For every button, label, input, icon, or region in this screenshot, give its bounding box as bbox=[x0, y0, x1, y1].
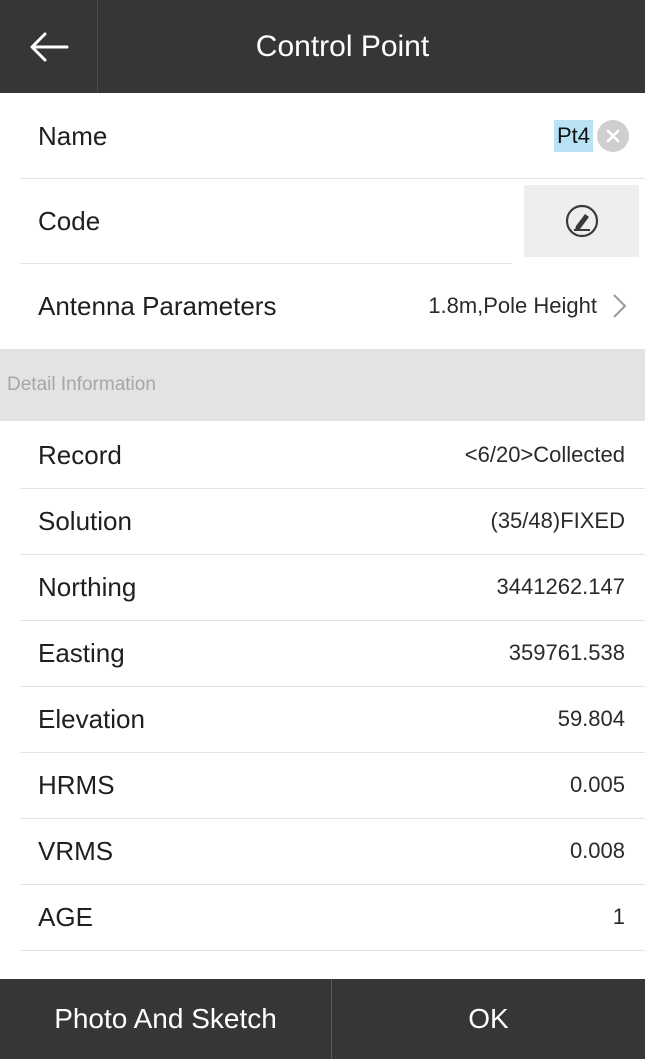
detail-row-easting: Easting 359761.538 bbox=[0, 620, 645, 686]
clear-circle-icon[interactable] bbox=[597, 120, 629, 152]
back-button[interactable] bbox=[0, 0, 98, 93]
antenna-value-group: 1.8m,Pole Height bbox=[428, 291, 631, 321]
page-title: Control Point bbox=[255, 29, 430, 63]
name-value[interactable]: Pt4 bbox=[553, 120, 593, 152]
detail-row-hrms: HRMS 0.005 bbox=[0, 752, 645, 818]
name-field[interactable]: Pt4 bbox=[553, 120, 629, 152]
code-edit-button[interactable] bbox=[524, 185, 639, 257]
detail-label: Solution bbox=[38, 505, 132, 536]
name-label: Name bbox=[38, 120, 108, 151]
antenna-label: Antenna Parameters bbox=[38, 290, 277, 321]
detail-section-header: Detail Information bbox=[0, 349, 645, 421]
chevron-right-icon bbox=[613, 294, 627, 318]
detail-value: 0.008 bbox=[569, 838, 625, 863]
detail-label: HRMS bbox=[38, 769, 115, 800]
detail-label: Record bbox=[38, 439, 122, 470]
detail-label: Easting bbox=[38, 637, 125, 668]
detail-value: <6/20>Collected bbox=[464, 442, 625, 467]
detail-value: 0.005 bbox=[569, 772, 625, 797]
name-row: Name Pt4 bbox=[0, 93, 645, 179]
arrow-left-icon bbox=[30, 32, 68, 61]
bottom-bar: Photo And Sketch OK bbox=[0, 979, 645, 1059]
detail-row-elevation: Elevation 59.804 bbox=[0, 686, 645, 752]
detail-row-vrms: VRMS 0.008 bbox=[0, 818, 645, 884]
antenna-value: 1.8m,Pole Height bbox=[428, 293, 597, 318]
detail-row-solution: Solution (35/48)FIXED bbox=[0, 488, 645, 554]
ok-button[interactable]: OK bbox=[332, 979, 645, 1059]
detail-value: 3441262.147 bbox=[496, 574, 625, 599]
photo-and-sketch-button[interactable]: Photo And Sketch bbox=[0, 979, 332, 1059]
detail-label: Elevation bbox=[38, 703, 145, 734]
top-bar: Control Point bbox=[0, 0, 645, 93]
detail-value: 359761.538 bbox=[508, 640, 625, 665]
divider bbox=[20, 950, 645, 951]
code-label: Code bbox=[38, 205, 101, 236]
detail-value: (35/48)FIXED bbox=[490, 508, 626, 533]
detail-label: AGE bbox=[38, 901, 93, 932]
detail-value: 1 bbox=[612, 904, 625, 929]
antenna-parameters-row[interactable]: Antenna Parameters 1.8m,Pole Height bbox=[0, 263, 645, 349]
detail-row-age: AGE 1 bbox=[0, 884, 645, 950]
detail-value: 59.804 bbox=[557, 706, 625, 731]
detail-label: VRMS bbox=[38, 835, 114, 866]
detail-row-record: Record <6/20>Collected bbox=[0, 422, 645, 488]
pen-circle-icon bbox=[565, 204, 598, 238]
detail-label: Northing bbox=[38, 571, 137, 602]
section-title: Detail Information bbox=[7, 374, 156, 395]
detail-row-northing: Northing 3441262.147 bbox=[0, 554, 645, 620]
